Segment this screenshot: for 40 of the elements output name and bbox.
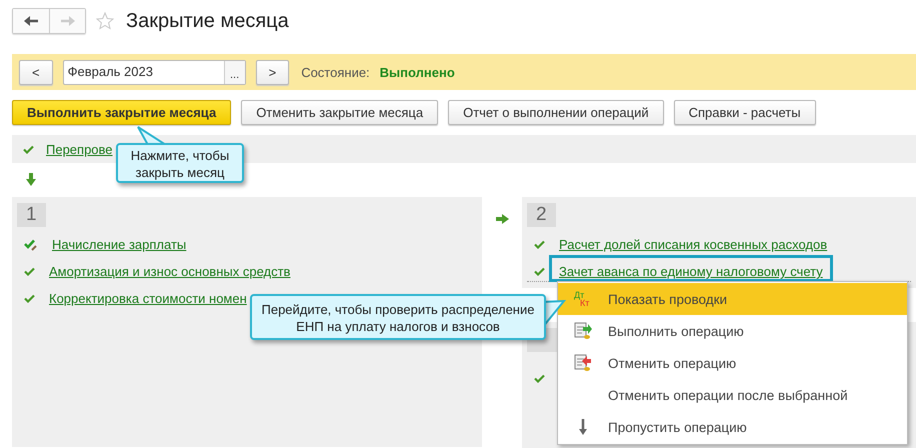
arrow-left-icon	[24, 16, 38, 26]
state-value: Выполнено	[380, 64, 455, 80]
operation-link[interactable]: Начисление зарплаты	[52, 237, 186, 252]
check-pencil-icon	[24, 238, 38, 250]
menu-item[interactable]: Выполнить операцию	[558, 315, 907, 347]
action-button[interactable]: Отчет о выполнении операций	[448, 100, 664, 125]
menu-item[interactable]: Пропустить операцию	[558, 411, 907, 443]
arrow-down-icon	[578, 419, 588, 435]
check-icon	[534, 267, 545, 276]
operation-link[interactable]: Расчет долей списания косвенных расходов	[559, 237, 828, 252]
arrow-right-icon	[496, 214, 508, 224]
check-icon	[534, 374, 545, 383]
operation-link[interactable]: Корректировка стоимости номен	[49, 291, 247, 306]
star-icon[interactable]	[96, 12, 114, 30]
back-button[interactable]	[13, 9, 49, 33]
operation-link[interactable]: Амортизация и износ основных средств	[49, 264, 290, 279]
operation-link[interactable]: Перепрове	[46, 142, 113, 156]
check-icon	[534, 240, 545, 249]
group-number: 1	[17, 203, 46, 227]
arrow-right-icon	[60, 16, 74, 26]
document-arrow-icon	[574, 322, 592, 340]
check-icon	[23, 144, 34, 154]
check-icon	[24, 267, 35, 276]
action-button[interactable]: Выполнить закрытие месяца	[12, 100, 232, 125]
period-field[interactable]: Февраль 2023 ...	[62, 60, 246, 84]
state-label: Состояние:	[301, 64, 370, 80]
action-button[interactable]: Отменить закрытие месяца	[241, 100, 438, 125]
menu-item[interactable]: Дт Кт Показать проводки	[558, 283, 907, 315]
arrow-down-icon	[26, 173, 36, 186]
action-button[interactable]: Справки - расчеты	[674, 100, 816, 125]
document-arrow-icon	[574, 354, 592, 372]
menu-item[interactable]: Отменить операции после выбранной	[558, 379, 907, 411]
group-number: 2	[527, 203, 556, 227]
next-period-button[interactable]: >	[256, 60, 290, 84]
check-icon	[24, 294, 35, 303]
debit-credit-icon: Дт Кт	[574, 291, 592, 307]
menu-item[interactable]: Отменить операцию	[558, 347, 907, 379]
operation-link[interactable]: Зачет аванса по единому налоговому счету	[559, 264, 823, 279]
previous-period-button[interactable]: <	[19, 60, 53, 84]
window-title: Закрытие месяца	[126, 10, 289, 32]
